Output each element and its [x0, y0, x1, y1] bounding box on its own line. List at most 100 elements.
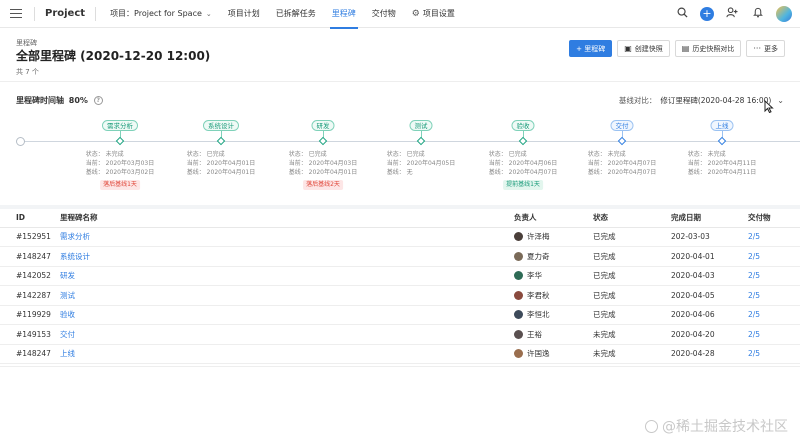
- user-avatar[interactable]: [776, 6, 792, 22]
- table-row[interactable]: #149153 交付 王裕 未完成 2020-04-20 2/5: [0, 324, 800, 345]
- milestone-diamond-icon: [518, 136, 528, 146]
- create-icon[interactable]: +: [700, 7, 714, 21]
- tab-decomposed-tasks[interactable]: 已拆解任务: [268, 0, 324, 28]
- milestone-info: 状态： 已完成 当前： 2020年04月03日 基线： 2020年04月01日: [289, 150, 357, 177]
- deliverables-link[interactable]: 2/5: [748, 271, 760, 280]
- timeline-axis: [20, 141, 800, 142]
- milestone-status: 状态： 已完成: [488, 151, 527, 158]
- table-row[interactable]: #148247 系统设计 夏力奇 已完成 2020-04-01 2/5: [0, 246, 800, 267]
- owner-name: 许国逸: [527, 349, 550, 359]
- add-user-icon[interactable]: [724, 7, 740, 21]
- project-selector[interactable]: 项目：Project for Space ⌄: [96, 0, 220, 28]
- owner-avatar: [514, 271, 523, 281]
- col-header-id[interactable]: ID: [0, 209, 60, 228]
- cell-status: 已完成: [593, 285, 671, 306]
- milestone-baseline-date: 基线： 无: [386, 169, 413, 176]
- more-label: 更多: [764, 44, 778, 53]
- col-header-date[interactable]: 完成日期: [671, 209, 748, 228]
- cell-id: #148247: [0, 344, 60, 364]
- table-body: #152951 需求分析 许泽梅 已完成 202-03-03 2/5 #148247 系统设计…: [0, 227, 800, 364]
- cell-owner: 王裕: [514, 324, 593, 345]
- history-compare-button[interactable]: ▤ 历史快照对比: [674, 40, 742, 57]
- milestone-tag[interactable]: 上线: [710, 120, 734, 131]
- mouse-cursor-icon: [764, 99, 774, 116]
- milestone-tag[interactable]: 系统设计: [203, 120, 239, 131]
- table-row[interactable]: #119929 验收 李恒北 已完成 2020-04-06 2/5: [0, 305, 800, 325]
- col-header-status[interactable]: 状态: [593, 209, 671, 228]
- deliverables-link[interactable]: 2/5: [748, 232, 760, 241]
- nav-divider: [34, 6, 35, 21]
- tab-project-settings[interactable]: ⚙ 项目设置: [404, 0, 463, 28]
- milestone-tag[interactable]: 需求分析: [102, 120, 138, 131]
- milestone-tag[interactable]: 验收: [511, 120, 535, 131]
- cell-status: 已完成: [593, 305, 671, 325]
- milestone-name-link[interactable]: 需求分析: [60, 232, 90, 241]
- milestone-baseline-date: 基线： 2020年04月07日: [488, 169, 558, 176]
- tab-deliverables[interactable]: 交付物: [364, 0, 404, 28]
- milestone-diamond-icon: [717, 136, 727, 146]
- help-icon[interactable]: ?: [93, 96, 103, 105]
- header-divider: [0, 81, 800, 82]
- timeline-percent: 80%: [68, 96, 88, 105]
- cell-name: 测试: [60, 285, 514, 306]
- watermark: @稀土掘金技术社区: [645, 416, 788, 436]
- owner-avatar: [514, 290, 523, 300]
- cell-name: 研发: [60, 266, 514, 286]
- milestone-name-link[interactable]: 测试: [60, 291, 75, 300]
- milestone-status: 状态： 未完成: [85, 151, 124, 158]
- deliverables-link[interactable]: 2/5: [748, 252, 760, 261]
- cell-deliverables: 2/5: [748, 305, 800, 325]
- more-button[interactable]: ··· 更多: [746, 40, 785, 57]
- chevron-down-icon: ⌄: [777, 96, 784, 105]
- milestone-info: 状态： 已完成 当前： 2020年04月06日 基线： 2020年04月07日: [489, 150, 557, 177]
- baseline-label: 基线对比：: [618, 96, 657, 105]
- nav-actions: +: [674, 0, 792, 28]
- deliverables-link[interactable]: 2/5: [748, 330, 760, 339]
- deliverables-link[interactable]: 2/5: [748, 291, 760, 300]
- cell-deliverables: 2/5: [748, 266, 800, 286]
- owner-name: 王裕: [527, 329, 542, 339]
- table-row[interactable]: #142052 研发 李华 已完成 2020-04-03 2/5: [0, 266, 800, 286]
- cell-status: 已完成: [593, 246, 671, 267]
- milestone-tag[interactable]: 交付: [610, 120, 634, 131]
- table-row[interactable]: #142287 测试 李君秋 已完成 2020-04-05 2/5: [0, 285, 800, 306]
- milestone-current-date: 当前： 2020年03月03日: [85, 160, 155, 167]
- deliverables-link[interactable]: 2/5: [748, 310, 760, 319]
- milestone-info: 状态： 未完成 当前： 2020年04月11日 基线： 2020年04月11日: [688, 150, 756, 177]
- add-milestone-button[interactable]: + 里程碑: [569, 40, 613, 57]
- milestone-tag[interactable]: 研发: [311, 120, 335, 131]
- cell-id: #142287: [0, 285, 60, 306]
- timeline-start-node: [16, 137, 25, 146]
- cell-owner: 许泽梅: [514, 227, 593, 247]
- cell-status: 已完成: [593, 266, 671, 286]
- milestone-tag[interactable]: 测试: [409, 120, 433, 131]
- col-header-deliverables[interactable]: 交付物: [748, 209, 800, 228]
- baseline-selector[interactable]: 基线对比： 修订里程碑(2020-04-28 16:00) ⌄: [619, 95, 784, 106]
- timeline-title: 里程碑时间轴 80% ?: [16, 95, 103, 106]
- tab-project-plan[interactable]: 项目计划: [220, 0, 268, 28]
- bell-icon[interactable]: [750, 7, 766, 21]
- search-icon[interactable]: [674, 7, 690, 21]
- milestone-name-link[interactable]: 验收: [60, 310, 75, 319]
- milestone-name-link[interactable]: 上线: [60, 349, 75, 358]
- cell-owner: 夏力奇: [514, 246, 593, 267]
- owner-name: 夏力奇: [527, 251, 550, 261]
- col-header-owner[interactable]: 负责人: [514, 209, 593, 228]
- cell-id: #119929: [0, 305, 60, 325]
- milestone-status: 状态： 已完成: [386, 151, 425, 158]
- tab-milestones[interactable]: 里程碑: [324, 0, 364, 29]
- cell-date: 2020-04-03: [671, 266, 748, 286]
- deliverables-link[interactable]: 2/5: [748, 349, 760, 358]
- watermark-logo-icon: [645, 419, 658, 433]
- table-row[interactable]: #152951 需求分析 许泽梅 已完成 202-03-03 2/5: [0, 227, 800, 247]
- col-header-name[interactable]: 里程碑名称: [60, 209, 514, 228]
- create-snapshot-button[interactable]: ▣ 创建快照: [617, 40, 670, 57]
- milestone-baseline-date: 基线： 2020年04月01日: [186, 169, 256, 176]
- table-row[interactable]: #148247 上线 许国逸 未完成 2020-04-28 2/5: [0, 344, 800, 364]
- owner-name: 李君秋: [527, 290, 550, 300]
- cell-status: 未完成: [593, 344, 671, 364]
- milestone-name-link[interactable]: 交付: [60, 330, 75, 339]
- milestone-name-link[interactable]: 研发: [60, 271, 75, 280]
- milestone-name-link[interactable]: 系统设计: [60, 252, 90, 261]
- menu-icon[interactable]: [10, 8, 24, 19]
